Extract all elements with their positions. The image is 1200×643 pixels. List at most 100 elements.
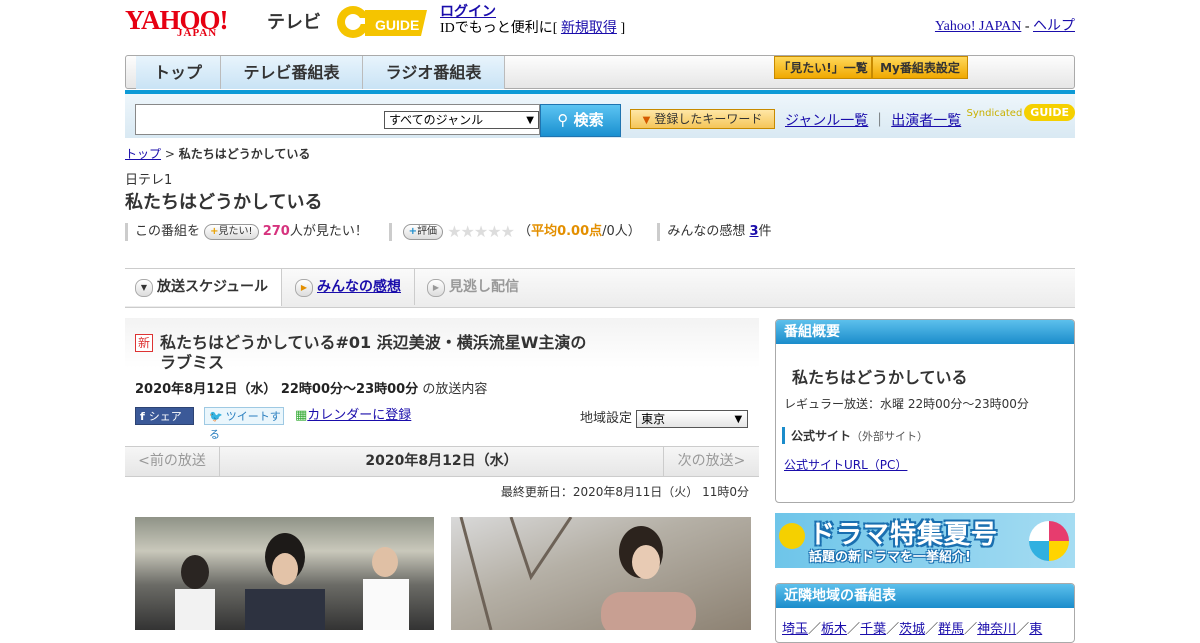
nav-tab-top[interactable]: トップ bbox=[136, 56, 221, 89]
calendar-link: カレンダーに登録 bbox=[307, 408, 412, 423]
episode-datetime-row: 2020年8月12日（水） 22時00分～23時00分 の放送内容 bbox=[135, 378, 487, 397]
genre-select[interactable]: すべてのジャンル ▼ bbox=[384, 111, 539, 129]
chevron-down-icon: ▼ bbox=[135, 279, 153, 297]
program-overview-box: 番組概要 私たちはどうかしている レギュラー放送：水曜 22時00分～23時00… bbox=[775, 319, 1075, 503]
register-link[interactable]: 新規取得 bbox=[561, 21, 617, 36]
episode-photo-figures bbox=[175, 533, 409, 630]
breadcrumb-sep: > bbox=[161, 147, 179, 161]
official-site-label: 公式サイト bbox=[791, 429, 852, 443]
genre-select-value: すべてのジャンル bbox=[389, 113, 484, 127]
syndicated-gguide-logo: Syndicated GUIDE bbox=[967, 104, 1075, 121]
gguide-logo: GUIDE bbox=[337, 6, 427, 38]
calendar-register[interactable]: ▦カレンダーに登録 bbox=[295, 407, 411, 425]
impressions-suffix: 件 bbox=[758, 224, 772, 239]
facebook-share-label: シェア bbox=[148, 410, 182, 423]
last-updated: 最終更新日：2020年8月11日（火） 11時0分 bbox=[500, 485, 749, 499]
search-button[interactable]: ⚲ 検索 bbox=[540, 104, 621, 137]
stats-divider bbox=[657, 222, 661, 241]
avg-open: （ bbox=[518, 224, 532, 239]
want-button-label: 見たい! bbox=[218, 225, 253, 237]
channel-name: 日テレ1 bbox=[125, 173, 173, 188]
twitter-icon: 🐦 bbox=[209, 410, 223, 423]
episode-photo bbox=[135, 517, 434, 630]
rate-button-label: 評価 bbox=[417, 225, 438, 237]
search-links: ジャンル一覧 ｜ 出演者一覧 bbox=[785, 110, 961, 130]
episode-block: 新 私たちはどうかしている#01 浜辺美波・横浜流星W主演のラブミス 2020年… bbox=[125, 318, 759, 443]
overview-header: 番組概要 bbox=[776, 320, 1074, 344]
breadcrumb-current: 私たちはどうかしている bbox=[178, 147, 311, 161]
want-prefix: この番組を bbox=[135, 224, 201, 239]
banner-subtitle: 話題の新ドラマを一挙紹介! bbox=[809, 550, 971, 565]
header-links: Yahoo! JAPAN - ヘルプ bbox=[935, 15, 1075, 35]
official-site-link[interactable]: 公式サイトURL（PC） bbox=[784, 456, 907, 473]
broadcast-pager: <前の放送 2020年8月12日（水） 次の放送> bbox=[125, 446, 759, 477]
login-link[interactable]: ログイン bbox=[440, 5, 496, 20]
program-title: 私たちはどうかしている bbox=[125, 192, 323, 213]
official-site-heading: 公式サイト（外部サイト） bbox=[782, 427, 928, 444]
program-stats: この番組を +見たい! 270人が見たい！ +評価 ★★★★★ （平均0.00点… bbox=[125, 220, 825, 241]
region-select-value: 東京 bbox=[641, 411, 666, 426]
plus-icon: + bbox=[210, 225, 219, 237]
nearby-schedule-box: 近隣地域の番組表 埼玉／栃木／千葉／茨城／群馬／神奈川／東 bbox=[775, 583, 1075, 643]
stats-divider bbox=[388, 222, 392, 241]
calendar-icon: ▦ bbox=[295, 408, 308, 423]
syndicated-label: Syndicated bbox=[966, 108, 1023, 119]
episode-photo bbox=[451, 517, 751, 630]
tab-catchup[interactable]: ▶ 見逃し配信 bbox=[417, 269, 547, 305]
performers-link[interactable]: 出演者一覧 bbox=[891, 113, 961, 129]
tv-service-label[interactable]: テレビ bbox=[267, 8, 321, 34]
yahoo-japan-link[interactable]: Yahoo! JAPAN bbox=[935, 19, 1021, 34]
pager-date: 2020年8月12日（水） bbox=[365, 453, 518, 469]
rating-count: /0人） bbox=[602, 224, 641, 239]
want-count: 270 bbox=[262, 224, 290, 239]
episode-datetime: 2020年8月12日（水） 22時00分～23時00分 bbox=[135, 382, 419, 397]
rating-stars: ★★★★★ bbox=[447, 222, 515, 241]
nav-tab-tv[interactable]: テレビ番組表 bbox=[221, 56, 363, 89]
search-icon: ⚲ bbox=[557, 111, 569, 129]
chevron-down-icon: ▼ bbox=[526, 115, 534, 126]
want-button[interactable]: +見たい! bbox=[204, 223, 259, 240]
sun-icon bbox=[779, 523, 805, 549]
registered-keywords-label: 登録したキーワード bbox=[654, 112, 763, 126]
tweet-button[interactable]: 🐦 ツイートする bbox=[204, 407, 284, 441]
help-link[interactable]: ヘルプ bbox=[1033, 19, 1075, 34]
nearby-region-links: 埼玉／栃木／千葉／茨城／群馬／神奈川／東 bbox=[782, 622, 1043, 637]
official-site-note: （外部サイト） bbox=[851, 430, 929, 443]
yahoo-logo-sub: JAPAN bbox=[177, 27, 218, 39]
search-button-label: 検索 bbox=[573, 111, 604, 129]
region-select[interactable]: 東京 ▼ bbox=[636, 409, 749, 428]
new-badge: 新 bbox=[135, 334, 154, 352]
rating-average: 平均0.00点 bbox=[531, 224, 603, 239]
login-prefix: IDでもっと便利に[ bbox=[440, 21, 561, 36]
drama-special-banner[interactable]: ドラマ特集夏号 話題の新ドラマを一挙紹介! bbox=[775, 513, 1075, 568]
impressions-label: みんなの感想 bbox=[667, 224, 750, 239]
nav-tab-radio[interactable]: ラジオ番組表 bbox=[363, 56, 505, 89]
prev-broadcast-button[interactable]: <前の放送 bbox=[125, 447, 220, 476]
genre-list-link[interactable]: ジャンル一覧 bbox=[785, 113, 868, 129]
registered-keywords-button[interactable]: ▼ 登録したキーワード bbox=[630, 109, 775, 129]
impressions-count-link[interactable]: 3 bbox=[749, 224, 758, 239]
nearby-header: 近隣地域の番組表 bbox=[776, 584, 1074, 608]
site-header: YAHOO! JAPAN テレビ GUIDE ログイン IDでもっと便利に[ 新… bbox=[125, 0, 1075, 50]
play-icon: ▶ bbox=[295, 279, 313, 297]
play-icon: ▶ bbox=[427, 279, 445, 297]
triangle-down-icon: ▼ bbox=[642, 115, 651, 126]
tab-impressions[interactable]: ▶ みんなの感想 bbox=[285, 269, 415, 305]
chevron-down-icon: ▼ bbox=[734, 413, 743, 425]
my-settings-button[interactable]: My番組表設定 bbox=[872, 56, 968, 79]
breadcrumb: トップ > 私たちはどうかしている bbox=[125, 145, 310, 162]
want-list-button[interactable]: 「見たい!」一覧 bbox=[774, 56, 872, 79]
search-bar: すべてのジャンル ▼ ⚲ 検索 ▼ 登録したキーワード ジャンル一覧 ｜ 出演者一… bbox=[125, 94, 1075, 138]
tab-catchup-label: 見逃し配信 bbox=[449, 279, 519, 295]
plus-icon: + bbox=[408, 225, 418, 237]
rate-button[interactable]: +評価 bbox=[402, 223, 444, 240]
syndicated-gguide: GUIDE bbox=[1024, 104, 1075, 121]
facebook-icon: f bbox=[140, 410, 145, 423]
tab-schedule[interactable]: ▼ 放送スケジュール bbox=[125, 269, 282, 306]
breadcrumb-top[interactable]: トップ bbox=[125, 147, 161, 161]
main-nav: トップ テレビ番組表 ラジオ番組表 「見たい!」一覧 My番組表設定 bbox=[125, 55, 1075, 89]
region-label: 地域設定 bbox=[580, 411, 633, 426]
facebook-share-button[interactable]: f シェア bbox=[135, 407, 194, 425]
next-broadcast-button[interactable]: 次の放送> bbox=[663, 447, 759, 476]
svg-text:GUIDE: GUIDE bbox=[375, 17, 419, 33]
